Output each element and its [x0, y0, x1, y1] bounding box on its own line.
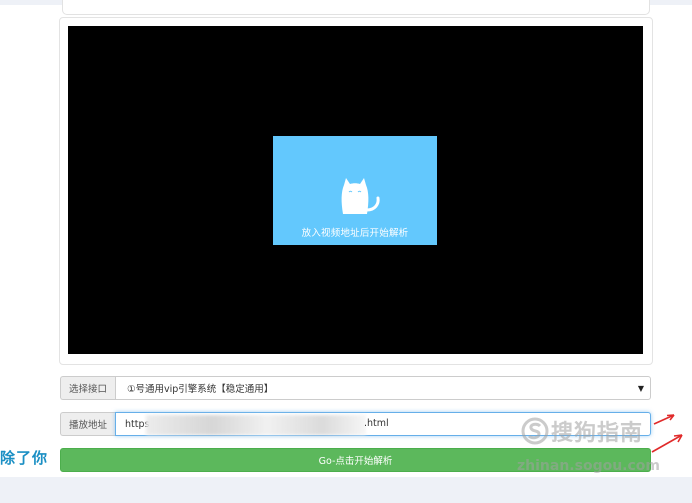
interface-select-value: ①号通用vip引擎系统【稳定通用】 — [127, 384, 274, 395]
interface-select[interactable]: ①号通用vip引擎系统【稳定通用】 ▼ — [115, 376, 651, 400]
caret-down-icon: ▼ — [637, 384, 644, 393]
video-player[interactable]: 放入视频地址后开始解析 — [68, 26, 643, 354]
side-text: 除了你 — [0, 449, 49, 467]
player-placeholder: 放入视频地址后开始解析 — [273, 136, 437, 245]
player-panel: 放入视频地址后开始解析 — [59, 17, 653, 365]
url-suffix: .html — [364, 418, 389, 429]
red-arrow-icon — [653, 414, 675, 425]
placeholder-text: 放入视频地址后开始解析 — [301, 228, 409, 239]
cat-icon — [341, 178, 380, 214]
previous-panel — [62, 0, 650, 15]
watermark-url: zhinan.sogou.com — [517, 458, 660, 474]
watermark-logo-text: 搜狗指南 — [551, 421, 644, 446]
red-arrow-icon-2 — [651, 434, 683, 453]
interface-label: 选择接口 — [60, 376, 115, 400]
interface-row: 选择接口 ①号通用vip引擎系统【稳定通用】 ▼ — [60, 376, 651, 400]
watermark-logo: 搜狗指南 — [521, 415, 643, 447]
address-label: 播放地址 — [60, 412, 115, 436]
sogou-logo-icon — [521, 417, 549, 445]
redacted-blur — [146, 415, 366, 435]
